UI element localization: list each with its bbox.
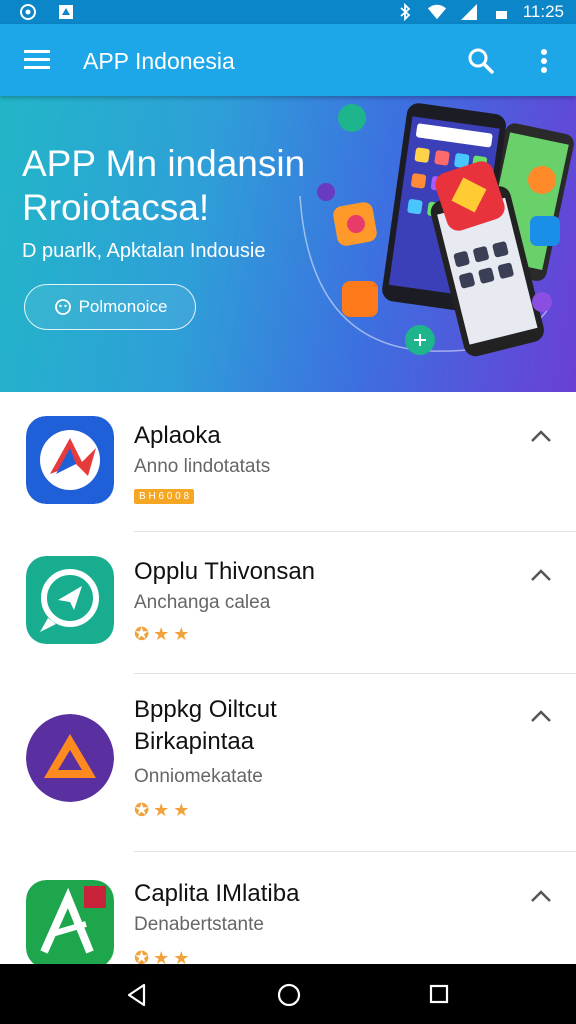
rating-stars: ✪ ★ ★ bbox=[134, 800, 189, 821]
banner-button-label: Polmonoice bbox=[78, 297, 168, 316]
home-icon[interactable] bbox=[276, 982, 302, 1008]
notification-icon bbox=[56, 2, 76, 22]
star-icon: ✪ bbox=[134, 948, 150, 964]
app-title: APP Indonesia bbox=[83, 48, 235, 74]
signal-icon bbox=[459, 2, 479, 22]
red-arrow-icon bbox=[26, 416, 114, 504]
list-item[interactable]: Bppkg Oiltcut Birkapintaa Onniomekatate … bbox=[0, 674, 576, 852]
more-options-button[interactable] bbox=[532, 46, 556, 76]
app-name: Bppkg Oiltcut Birkapintaa bbox=[134, 696, 277, 755]
back-icon[interactable] bbox=[124, 982, 150, 1008]
chat-arrow-icon bbox=[26, 556, 114, 644]
list-item[interactable]: Caplita IMlatiba Denabertstante ✪ ★ ★ bbox=[0, 852, 576, 964]
app-badge: B H 6 0 0 8 bbox=[134, 489, 195, 504]
star-icon: ★ bbox=[173, 948, 190, 964]
gamepad-icon bbox=[54, 299, 71, 315]
battery-icon bbox=[491, 2, 511, 22]
banner-subtitle: D puarlk, Apktalan Indousie bbox=[22, 240, 266, 262]
sync-icon bbox=[18, 2, 38, 22]
banner-button[interactable]: Polmonoice bbox=[24, 284, 196, 330]
phones-illustration bbox=[299, 103, 574, 357]
star-icon: ✪ bbox=[134, 800, 150, 820]
menu-button[interactable] bbox=[22, 47, 52, 73]
star-icon: ✪ bbox=[134, 624, 150, 644]
app-name: Aplaoka bbox=[134, 422, 221, 449]
app-name: Opplu Thivonsan bbox=[134, 558, 316, 585]
search-icon bbox=[468, 48, 494, 74]
recent-apps-icon[interactable] bbox=[428, 983, 450, 1005]
chevron-up-icon[interactable] bbox=[530, 709, 552, 723]
status-bar: 11:25 bbox=[0, 0, 576, 24]
app-list: Aplaoka Anno lindotatats B H 6 0 0 8 Opp… bbox=[0, 392, 576, 964]
system-nav-bar bbox=[0, 964, 576, 1024]
status-time: 11:25 bbox=[522, 2, 564, 21]
search-button[interactable] bbox=[466, 46, 496, 76]
star-icon: ★ bbox=[153, 948, 170, 964]
wifi-icon bbox=[427, 2, 447, 22]
star-icon: ★ bbox=[173, 624, 190, 644]
triangle-icon bbox=[26, 714, 114, 802]
hamburger-icon bbox=[24, 50, 50, 69]
list-item[interactable]: Opplu Thivonsan Anchanga calea ✪ ★ ★ bbox=[0, 532, 576, 674]
star-icon: ★ bbox=[153, 624, 170, 644]
bluetooth-icon bbox=[395, 2, 415, 22]
list-item[interactable]: Aplaoka Anno lindotatats B H 6 0 0 8 bbox=[0, 392, 576, 532]
chevron-up-icon[interactable] bbox=[530, 568, 552, 582]
app-name: Caplita IMlatiba bbox=[134, 880, 300, 907]
star-icon: ★ bbox=[173, 800, 190, 820]
chevron-up-icon[interactable] bbox=[530, 889, 552, 903]
app-category: Onniomekatate bbox=[134, 766, 263, 787]
app-bar: APP Indonesia bbox=[0, 24, 576, 96]
app-category: Anno lindotatats bbox=[134, 456, 271, 477]
rating-stars: ✪ ★ ★ bbox=[134, 948, 189, 964]
app-category: Denabertstante bbox=[134, 914, 264, 935]
star-icon: ★ bbox=[153, 800, 170, 820]
app-category: Anchanga calea bbox=[134, 592, 271, 613]
more-vert-icon bbox=[541, 49, 547, 73]
rating-stars: ✪ ★ ★ bbox=[134, 624, 189, 645]
promo-banner: APP Mn indansin Rroiotacsa! D puarlk, Ap… bbox=[0, 96, 576, 392]
letter-a-icon bbox=[26, 880, 114, 964]
chevron-up-icon[interactable] bbox=[530, 429, 552, 443]
